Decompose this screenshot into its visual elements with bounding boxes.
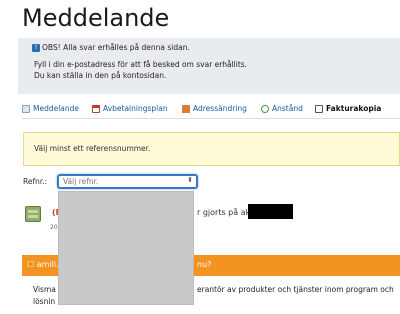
tab-adressandring[interactable]: Adressändring bbox=[182, 104, 247, 113]
banner-right-text: nu? bbox=[197, 260, 212, 269]
warning-icon: ! bbox=[32, 44, 40, 52]
message-title-suffix: r gjorts på akt bbox=[197, 208, 254, 217]
tab-anstand[interactable]: Anstånd bbox=[261, 104, 303, 113]
banner-left-text: ☐ amili. bbox=[27, 260, 59, 269]
validation-alert: Välj minst ett referensnummer. bbox=[23, 132, 400, 166]
calendar-icon bbox=[92, 105, 100, 113]
reference-label: Refnr.: bbox=[23, 177, 48, 186]
footer-text-2-left: lösnin bbox=[33, 297, 56, 306]
tab-separator bbox=[22, 118, 400, 119]
tab-fakturakopia[interactable]: Fakturakopia bbox=[315, 104, 381, 113]
select-arrows-icon: ⬍ bbox=[187, 176, 193, 184]
house-icon bbox=[182, 105, 190, 113]
money-stack-icon bbox=[25, 206, 41, 222]
alert-text: Välj minst ett referensnummer. bbox=[34, 144, 151, 153]
footer-text-1-left: Visma bbox=[33, 285, 56, 294]
document-icon bbox=[315, 105, 323, 113]
redacted-block bbox=[248, 204, 293, 219]
edit-icon: ☐ bbox=[27, 260, 35, 269]
reference-select[interactable]: Välj refnr. ⬍ bbox=[57, 174, 198, 189]
tab-meddelande[interactable]: Meddelande bbox=[22, 104, 79, 113]
envelope-icon bbox=[22, 105, 30, 113]
notice-warning-text: OBS! Alla svar erhålles på denna sidan. bbox=[42, 43, 190, 52]
page-title: Meddelande bbox=[22, 4, 170, 32]
notice-email-text: Fyll i din e-postadress för att få beske… bbox=[34, 60, 248, 69]
footer-text-1-right: erantör av produkter och tjänster inom p… bbox=[197, 285, 394, 294]
info-notice: ! OBS! Alla svar erhålles på denna sidan.… bbox=[18, 38, 400, 94]
notice-settings-text: Du kan ställa in den på kontosidan. bbox=[34, 71, 167, 80]
clock-icon bbox=[261, 105, 269, 113]
reference-select-value: Välj refnr. bbox=[63, 177, 99, 186]
message-date: 20 bbox=[50, 224, 58, 231]
tab-avbetalningsplan[interactable]: Avbetalningsplan bbox=[92, 104, 168, 113]
reference-dropdown-list[interactable] bbox=[58, 191, 194, 305]
